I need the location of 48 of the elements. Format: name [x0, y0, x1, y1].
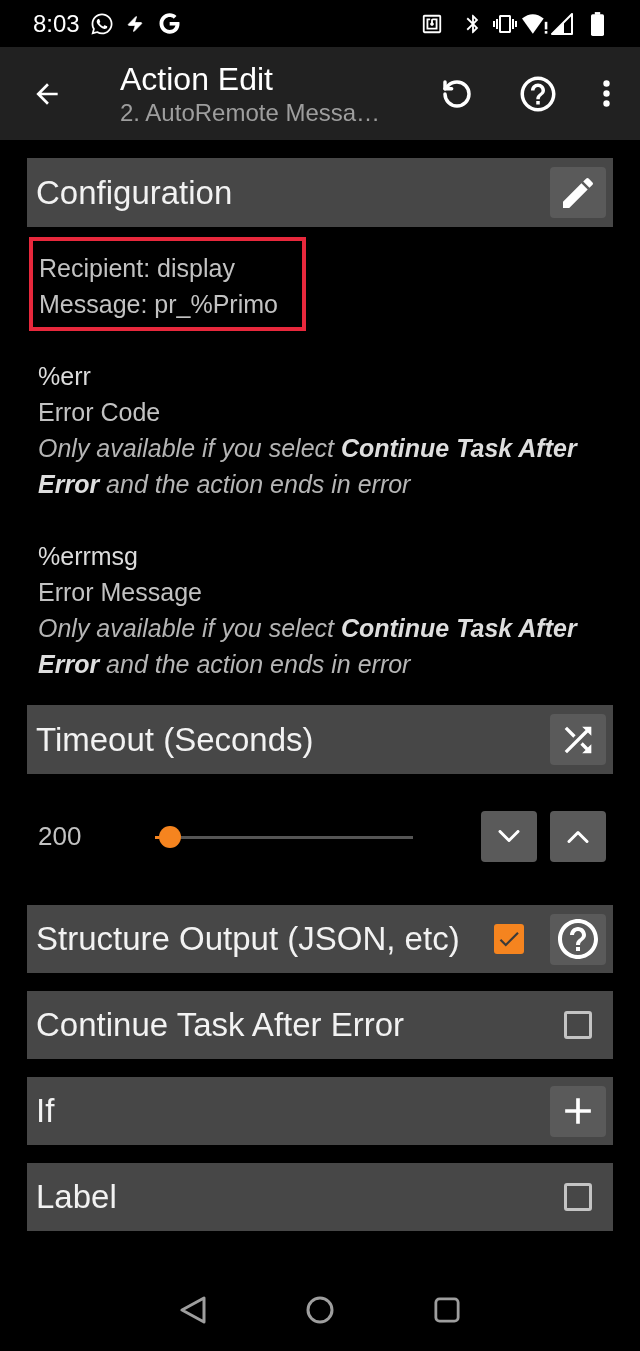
- section-title: Configuration: [36, 172, 233, 213]
- screen-subtitle: 2. AutoRemote Messa…: [120, 97, 381, 128]
- wifi-icon: [522, 12, 548, 35]
- variable-note: Only available if you select Continue Task After Error and the action ends in error: [38, 613, 579, 680]
- circle-home-icon: [306, 1296, 334, 1324]
- screen-title: Action Edit: [120, 59, 274, 98]
- increase-button[interactable]: [550, 811, 606, 862]
- variable-label: Error Message: [38, 577, 203, 608]
- checkbox[interactable]: [564, 1183, 592, 1211]
- chat-bubble-icon: [89, 11, 114, 36]
- checkbox[interactable]: [564, 1011, 592, 1039]
- edit-button[interactable]: [550, 167, 606, 218]
- undo-button[interactable]: [441, 77, 473, 110]
- section-title: Timeout (Seconds): [36, 719, 314, 760]
- option-label: Label: [36, 1177, 117, 1218]
- summary-line: Recipient: display: [39, 253, 236, 284]
- nav-back-button[interactable]: [180, 1296, 206, 1324]
- chevron-up-icon: [567, 830, 589, 843]
- checkbox[interactable]: [494, 924, 524, 954]
- g-logo-icon: [158, 13, 180, 34]
- more-button[interactable]: [603, 80, 610, 107]
- lightning-icon: [125, 13, 144, 34]
- timeout-value: 200: [38, 820, 83, 853]
- chevron-down-icon: [498, 830, 520, 843]
- battery-icon: [591, 11, 604, 36]
- status-time: 8:03: [33, 8, 80, 39]
- add-button[interactable]: [550, 1085, 606, 1137]
- shuffle-button[interactable]: [550, 714, 606, 765]
- variable-label: Error Code: [38, 397, 162, 428]
- nav-home-button[interactable]: [306, 1296, 334, 1324]
- variable-name: %err: [38, 361, 92, 392]
- nfc-icon: [421, 12, 443, 35]
- nav-recents-button[interactable]: [434, 1297, 460, 1323]
- slider-thumb[interactable]: [159, 825, 182, 848]
- square-recents-icon: [434, 1297, 460, 1323]
- signal-icon: [551, 12, 573, 35]
- variable-name: %errmsg: [38, 541, 139, 572]
- variable-note: Only available if you select Continue Task After Error and the action ends in error: [38, 433, 579, 500]
- undo-icon: [441, 77, 473, 110]
- help-button[interactable]: [550, 913, 606, 965]
- summary-line: Message: pr_%Primo: [39, 289, 279, 320]
- option-label: If: [36, 1091, 55, 1132]
- decrease-button[interactable]: [481, 811, 537, 862]
- timeout-slider[interactable]: [155, 824, 413, 849]
- option-label: Structure Output (JSON, etc): [36, 919, 460, 960]
- more-icon: [603, 80, 610, 107]
- option-label: Continue Task After Error: [36, 1005, 405, 1046]
- triangle-back-icon: [180, 1296, 206, 1324]
